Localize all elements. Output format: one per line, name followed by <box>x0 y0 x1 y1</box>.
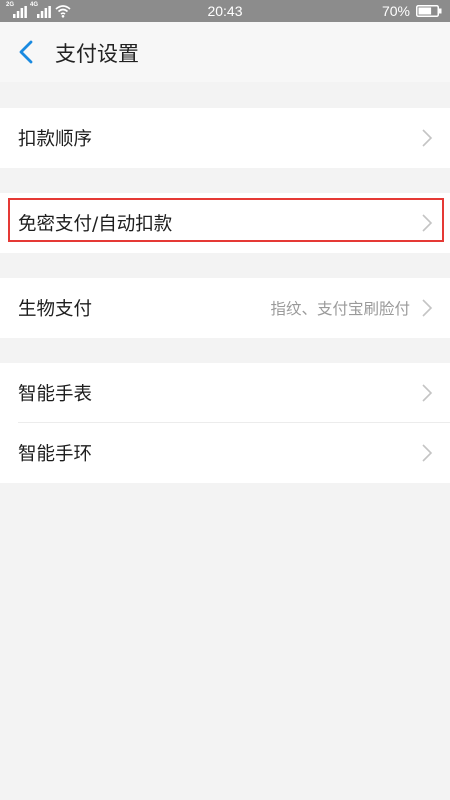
page-title: 支付设置 <box>55 42 139 66</box>
chevron-right-icon <box>422 299 433 317</box>
chevron-right-icon <box>422 384 433 402</box>
status-bar: 2G 4G 20:43 70% <box>0 0 450 22</box>
settings-row-password-free-payment[interactable]: 免密支付/自动扣款 <box>0 193 450 253</box>
settings-row-biometric-payment[interactable]: 生物支付 指纹、支付宝刷脸付 <box>0 278 450 338</box>
app-header: 支付设置 <box>0 22 450 82</box>
battery-percentage: 70% <box>381 3 410 19</box>
back-button[interactable] <box>14 37 42 67</box>
settings-row-smart-watch[interactable]: 智能手表 <box>0 363 450 423</box>
row-value: 指纹、支付宝刷脸付 <box>270 300 410 318</box>
chevron-right-icon <box>422 444 433 462</box>
row-label: 扣款顺序 <box>18 129 93 150</box>
row-label: 智能手表 <box>18 384 93 405</box>
row-label: 免密支付/自动扣款 <box>18 214 173 235</box>
settings-row-smart-band[interactable]: 智能手环 <box>0 423 450 483</box>
settings-row-deduction-order[interactable]: 扣款顺序 <box>0 108 450 168</box>
battery-icon <box>416 5 442 17</box>
chevron-left-icon <box>19 40 33 64</box>
chevron-right-icon <box>422 214 433 232</box>
row-label: 生物支付 <box>18 299 93 320</box>
chevron-right-icon <box>422 129 433 147</box>
row-label: 智能手环 <box>18 444 93 465</box>
